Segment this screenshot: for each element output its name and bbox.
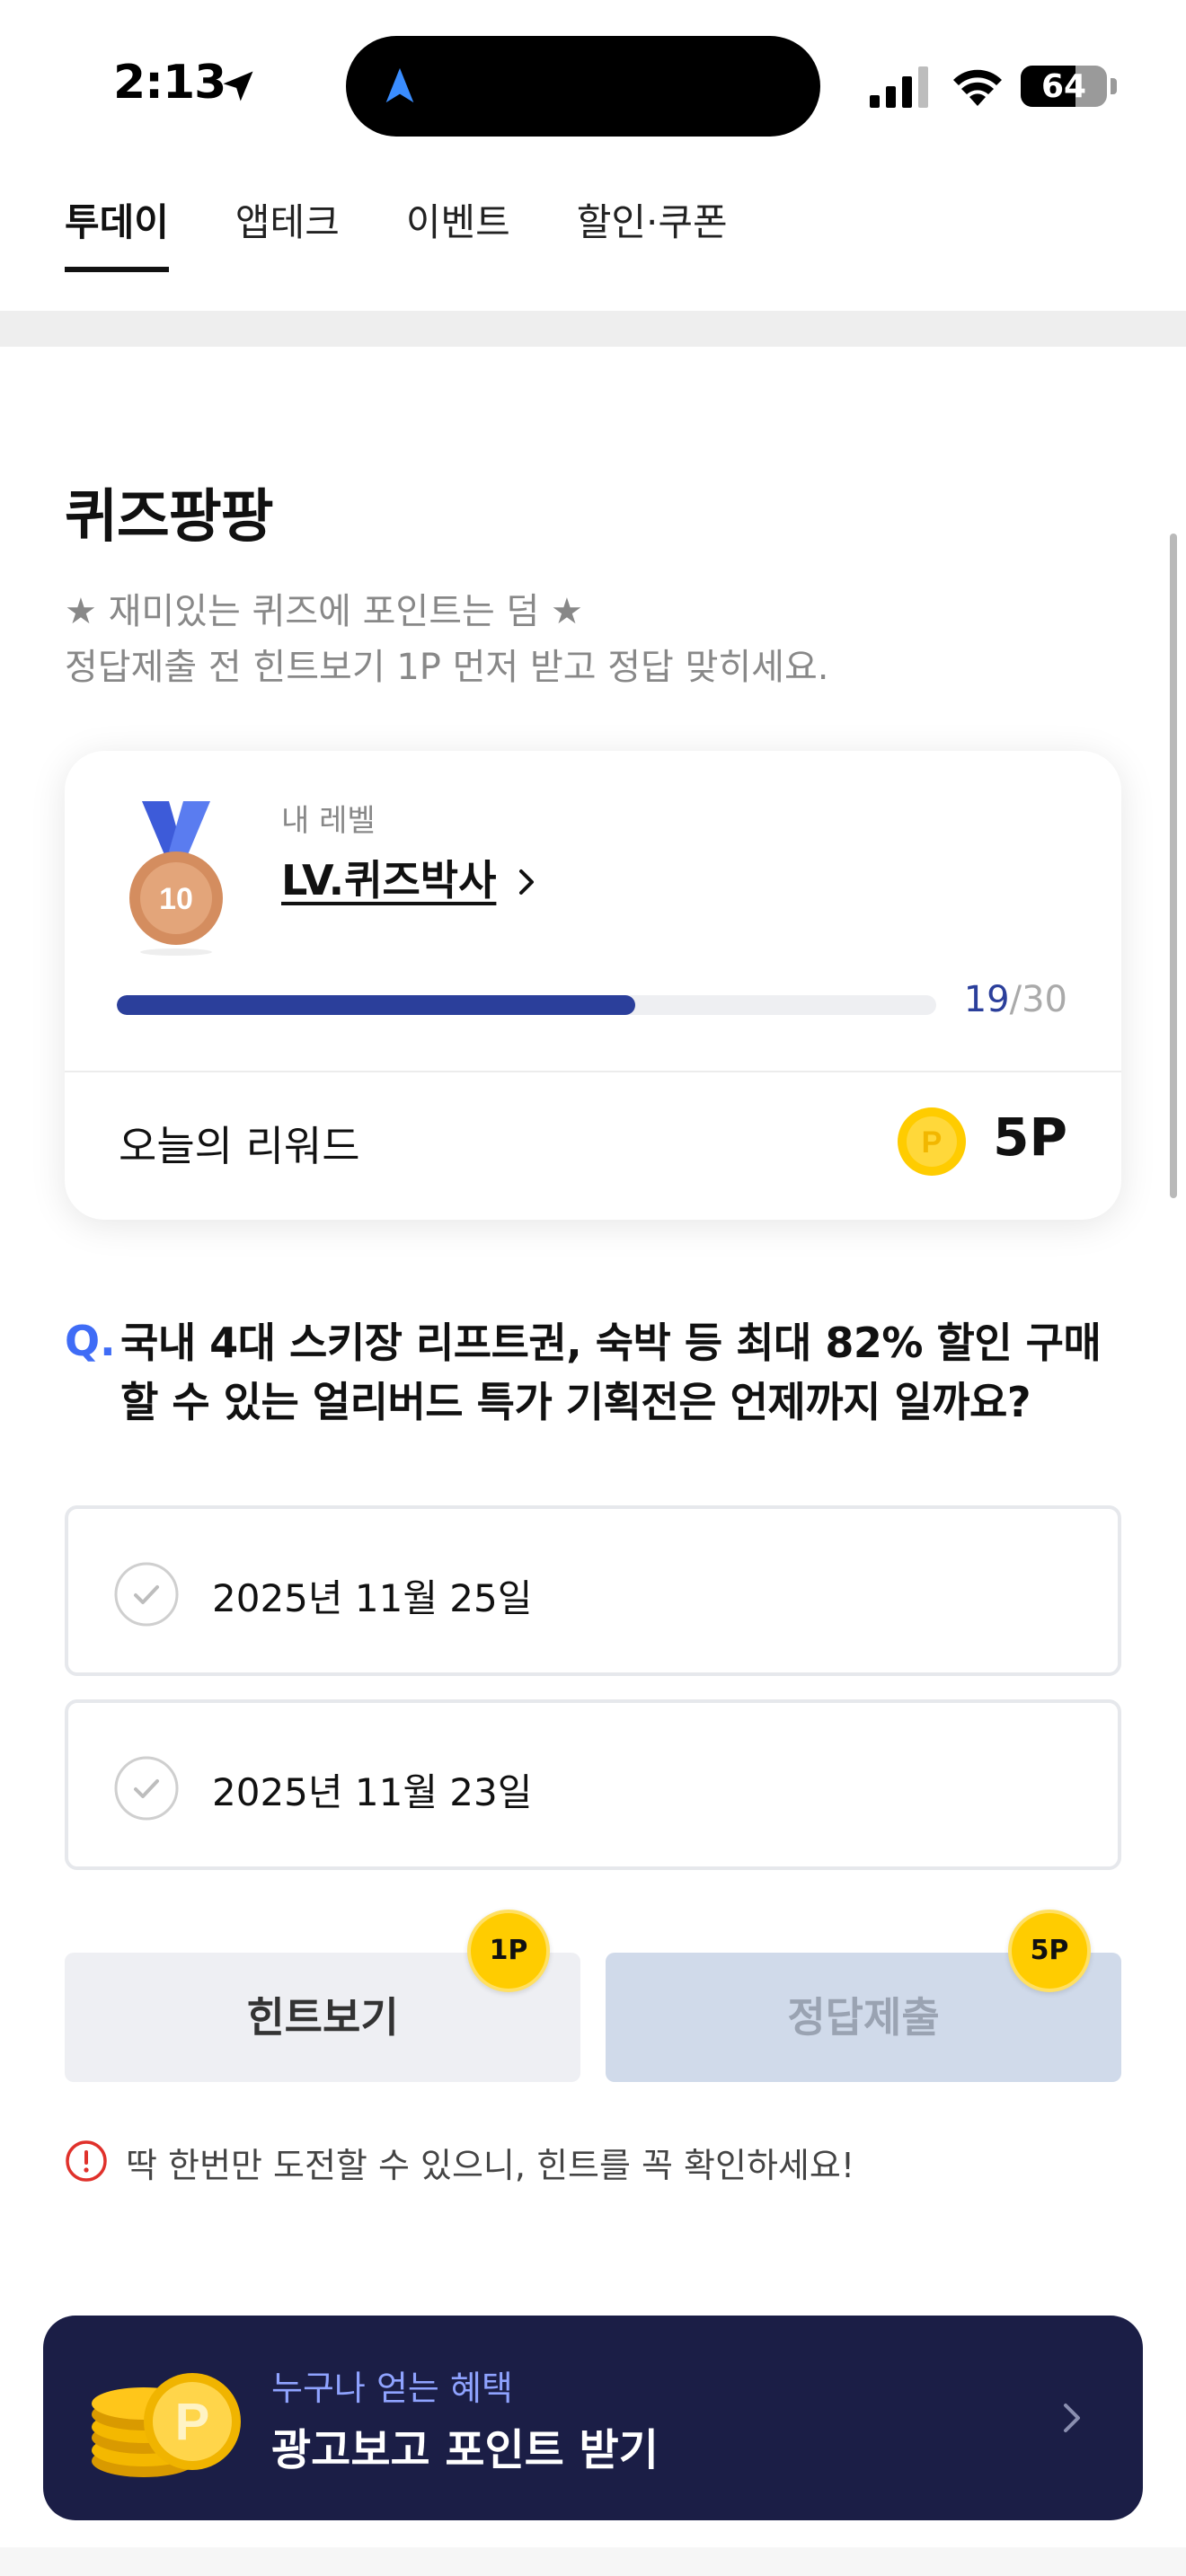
reward-value: 5P <box>993 1107 1067 1168</box>
question-text: 국내 4대 스키장 리프트권, 숙박 등 최대 82% 할인 구매할 수 있는 … <box>120 1319 1102 1426</box>
reward-label: 오늘의 리워드 <box>119 1122 360 1170</box>
tab-today[interactable]: 투데이 <box>65 192 169 272</box>
level-name-link[interactable]: LV.퀴즈박사 <box>281 848 496 907</box>
chevron-right-icon <box>1064 2404 1080 2432</box>
submit-point-badge: 5P <box>1008 1910 1091 1992</box>
status-bar: 2:13 64 <box>0 0 1186 153</box>
progress-total: /30 <box>1009 979 1067 1020</box>
card-divider <box>65 1071 1121 1072</box>
level-progress-bar <box>117 995 936 1015</box>
wifi-icon <box>953 69 1002 106</box>
check-circle-icon <box>114 1562 179 1627</box>
banner-subtitle: 누구나 얻는 혜택 <box>271 2369 513 2408</box>
ad-points-banner[interactable]: P 누구나 얻는 혜택 광고보고 포인트 받기 <box>43 2316 1143 2520</box>
svg-text:P: P <box>175 2393 210 2451</box>
tab-event[interactable]: 이벤트 <box>406 192 510 272</box>
warning-icon <box>66 2140 107 2182</box>
top-tabs: 투데이 앱테크 이벤트 할인·쿠폰 <box>65 192 794 272</box>
bottom-edge <box>0 2547 1186 2576</box>
level-label: 내 레벨 <box>281 803 376 839</box>
banner-title: 광고보고 포인트 받기 <box>271 2425 659 2475</box>
level-progress-count: 19/30 <box>964 979 1067 1020</box>
medal-number: 10 <box>159 882 193 916</box>
warning-text: 딱 한번만 도전할 수 있으니, 힌트를 꼭 확인하세요! <box>126 2146 855 2185</box>
answer-option-label: 2025년 11월 23일 <box>212 1770 533 1814</box>
progress-current: 19 <box>963 979 1010 1020</box>
answer-option[interactable]: 2025년 11월 23일 <box>65 1699 1121 1870</box>
quiz-title: 퀴즈팡팡 <box>65 484 274 551</box>
answer-option[interactable]: 2025년 11월 25일 <box>65 1505 1121 1676</box>
battery-icon: 64 <box>1021 66 1107 107</box>
battery-level: 64 <box>1040 68 1087 105</box>
quiz-desc-line2: 정답제출 전 힌트보기 1P 먼저 받고 정답 맞히세요. <box>65 647 829 688</box>
point-coin-icon: P <box>898 1107 966 1176</box>
level-card: 10 내 레벨 LV.퀴즈박사 19/30 오늘의 리워드 P 5P <box>65 751 1121 1220</box>
location-arrow-icon <box>223 71 253 101</box>
scrollbar[interactable] <box>1170 534 1177 1198</box>
bronze-medal-icon: 10 <box>129 801 223 956</box>
quiz-desc-line1: ★ 재미있는 퀴즈에 포인트는 덤 ★ <box>65 591 583 632</box>
svg-text:P: P <box>922 1125 943 1160</box>
hint-point-badge: 1P <box>467 1910 550 1992</box>
quiz-description: ★ 재미있는 퀴즈에 포인트는 덤 ★ 정답제출 전 힌트보기 1P 먼저 받고… <box>65 584 829 695</box>
check-circle-icon <box>114 1756 179 1821</box>
status-time: 2:13 <box>113 56 226 110</box>
battery-cap <box>1111 78 1117 94</box>
answer-option-label: 2025년 11월 25일 <box>212 1576 533 1620</box>
chevron-right-icon[interactable] <box>514 864 541 900</box>
cellular-signal-icon <box>870 66 928 108</box>
level-progress-fill <box>117 995 636 1015</box>
question-mark: Q. <box>65 1317 116 1365</box>
tab-apptech[interactable]: 앱테크 <box>235 192 340 272</box>
section-divider <box>0 311 1186 347</box>
tab-discount-coupon[interactable]: 할인·쿠폰 <box>577 192 728 272</box>
coin-stack-icon: P <box>92 2373 241 2477</box>
navigation-arrow-icon <box>385 67 414 103</box>
